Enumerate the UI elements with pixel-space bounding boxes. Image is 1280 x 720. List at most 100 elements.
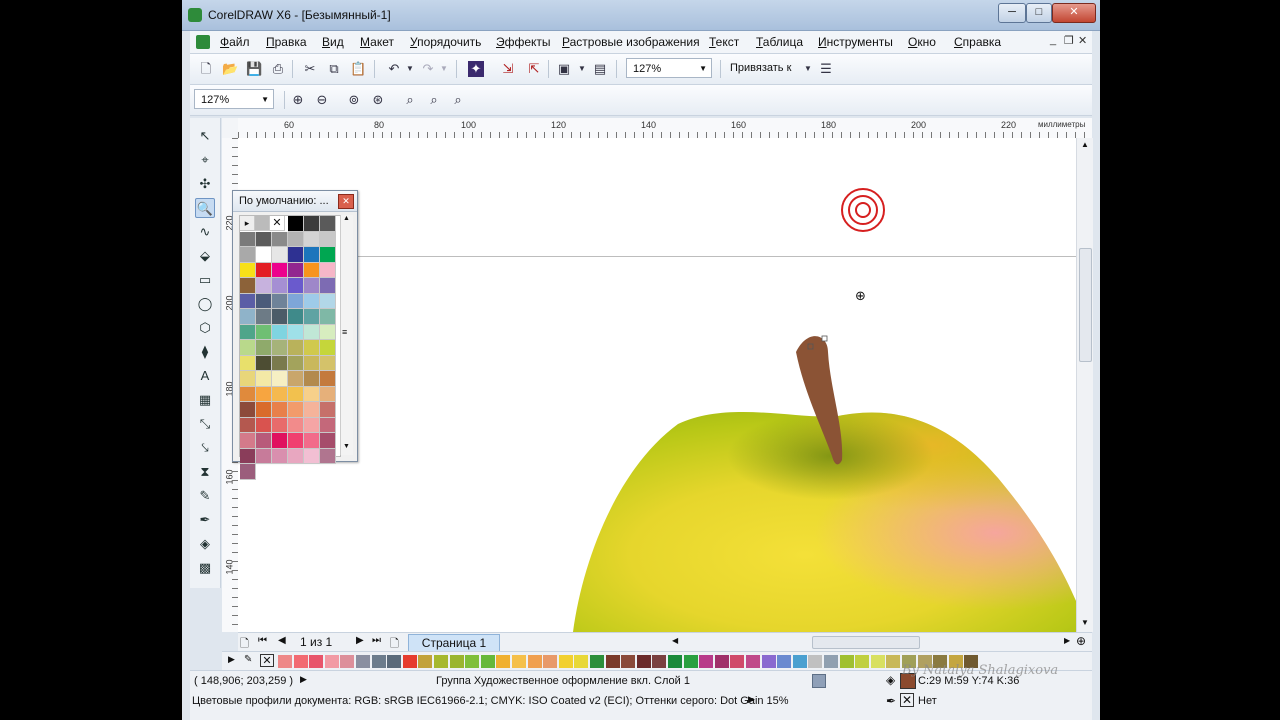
title-bar[interactable]: CorelDRAW X6 - [Безымянный-1] ─ □ ✕ [182, 0, 1100, 31]
palette-swatch[interactable] [512, 655, 526, 668]
menu-file[interactable]: Файл [220, 35, 250, 49]
palette-swatch[interactable] [304, 278, 320, 294]
palette-swatch[interactable] [683, 655, 698, 668]
palette-swatch[interactable] [288, 324, 304, 340]
palette-swatch[interactable] [288, 371, 304, 387]
palette-swatch[interactable] [304, 324, 320, 340]
palette-swatch[interactable] [240, 340, 256, 356]
menu-window[interactable]: Окно [908, 35, 936, 49]
palette-swatch[interactable] [320, 355, 336, 371]
palette-swatch[interactable] [304, 247, 320, 263]
palette-swatch[interactable] [320, 216, 336, 232]
palette-swatch[interactable] [449, 655, 464, 668]
palette-swatch[interactable] [240, 386, 256, 402]
freehand-tool-icon[interactable]: ∿ [195, 222, 215, 242]
palette-swatch[interactable] [730, 655, 745, 668]
close-button[interactable]: ✕ [1052, 3, 1096, 23]
palette-swatch[interactable] [320, 324, 336, 340]
palette-swatch[interactable] [870, 655, 885, 668]
palette-swatch[interactable] [240, 417, 256, 433]
search-content-icon[interactable]: ✦ [468, 61, 484, 77]
palette-swatch[interactable] [324, 655, 339, 668]
no-fill-swatch[interactable]: ✕ [260, 654, 274, 667]
palette-swatch[interactable] [272, 433, 288, 449]
palette-swatch[interactable] [527, 655, 542, 668]
application-launcher-icon[interactable]: ▣ [556, 61, 572, 77]
profiles-arrow-icon[interactable]: ▶ [748, 694, 755, 705]
palette-swatch[interactable] [288, 355, 304, 371]
palette-swatch[interactable] [320, 231, 336, 247]
palette-swatch[interactable] [320, 247, 336, 263]
zoom-level-combo[interactable]: 127% ▼ [626, 58, 712, 78]
palette-swatch[interactable] [558, 655, 573, 668]
palette-swatch[interactable] [240, 448, 256, 464]
next-page-icon[interactable]: ▶ [356, 635, 364, 646]
palette-swatch[interactable] [574, 655, 589, 668]
export-icon[interactable]: ⇱ [526, 61, 542, 77]
palette-swatch[interactable] [240, 355, 256, 371]
palette-swatch[interactable] [320, 278, 336, 294]
palette-swatch[interactable] [590, 655, 604, 668]
menu-effects[interactable]: Эффекты [496, 35, 551, 49]
scroll-right-icon[interactable]: ▶ [1064, 636, 1070, 645]
previous-page-icon[interactable]: ◀ [278, 635, 286, 646]
node-handle[interactable] [821, 335, 828, 342]
scroll-left-icon[interactable]: ◀ [672, 636, 678, 645]
snap-dropdown-icon[interactable]: ▼ [800, 61, 816, 77]
redo-icon[interactable]: ↷ [420, 61, 436, 77]
palette-swatch[interactable] [278, 655, 292, 668]
zoom-selected-icon[interactable]: ⊚ [346, 92, 362, 108]
connector-tool-icon[interactable]: ⤥ [195, 438, 215, 458]
scroll-up-icon[interactable]: ▲ [343, 215, 350, 222]
palette-swatch[interactable] [272, 324, 288, 340]
palette-swatch[interactable] [418, 655, 433, 668]
ruler-origin[interactable] [222, 118, 239, 139]
palette-swatch[interactable] [320, 386, 336, 402]
palette-swatch[interactable] [480, 655, 495, 668]
drawing-canvas[interactable]: ⊕ [238, 138, 1076, 632]
doc-restore-icon[interactable]: ❐ [1064, 34, 1074, 47]
palette-swatch[interactable] [320, 309, 336, 325]
vertical-scrollbar[interactable]: ▲ ▼ [1076, 138, 1093, 632]
palette-swatch[interactable] [272, 247, 288, 263]
palette-swatch[interactable] [288, 262, 304, 278]
pick-tool-icon[interactable]: ↖ [195, 126, 215, 146]
cut-icon[interactable]: ✂ [302, 61, 318, 77]
palette-swatch[interactable] [256, 402, 272, 418]
undo-icon[interactable]: ↶ [386, 61, 402, 77]
palette-swatch[interactable] [240, 278, 256, 294]
palette-swatch[interactable] [320, 340, 336, 356]
basic-shapes-tool-icon[interactable]: ⧫ [195, 342, 215, 362]
palette-swatch[interactable] [543, 655, 558, 668]
shape-tool-icon[interactable]: ⌖ [195, 150, 215, 170]
palette-swatch[interactable] [240, 231, 256, 247]
palette-swatch[interactable] [320, 262, 336, 278]
palette-swatch[interactable] [387, 655, 402, 668]
palette-swatch[interactable] [272, 231, 288, 247]
palette-swatch[interactable] [272, 448, 288, 464]
fill-tool-icon[interactable]: ◈ [195, 534, 215, 554]
palette-swatch[interactable] [320, 402, 336, 418]
palette-swatch[interactable] [320, 448, 336, 464]
palette-swatch[interactable] [320, 371, 336, 387]
palette-swatch[interactable] [272, 293, 288, 309]
palette-swatch[interactable] [255, 216, 270, 231]
last-page-icon[interactable]: ⏭ [372, 635, 381, 646]
new-document-icon[interactable]: 🗋 [198, 61, 214, 77]
palette-swatch[interactable] [256, 309, 272, 325]
palette-swatch[interactable] [304, 402, 320, 418]
menu-edit[interactable]: Правка [266, 35, 307, 49]
snap-to-button[interactable]: Привязать к [730, 62, 791, 74]
palette-swatch[interactable] [272, 402, 288, 418]
palette-swatch[interactable] [304, 433, 320, 449]
palette-swatch[interactable] [256, 324, 272, 340]
copy-icon[interactable]: ⧉ [326, 61, 342, 77]
vertical-scroll-thumb[interactable] [1079, 248, 1092, 362]
palette-swatch[interactable] [256, 417, 272, 433]
palette-menu-icon[interactable]: ▸ [240, 216, 255, 231]
dimension-tool-icon[interactable]: ⤡ [195, 414, 215, 434]
color-palette-docker[interactable]: По умолчанию: ... ✕ ▸ ✕ ▲ ≡ ▼ [232, 190, 358, 480]
palette-swatch[interactable] [272, 309, 288, 325]
page-tab[interactable]: Страница 1 [408, 634, 500, 652]
palette-swatch[interactable] [304, 371, 320, 387]
